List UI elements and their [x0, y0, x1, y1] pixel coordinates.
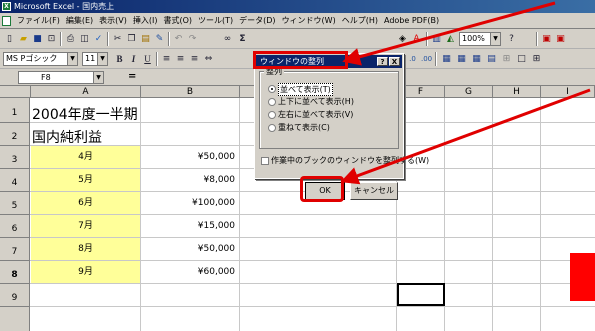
arrow-to-title — [342, 1, 556, 66]
excel-window: { "window": {"title": "Microsoft Excel -… — [0, 0, 595, 331]
annotation-arrows — [340, 1, 591, 185]
arrow-to-ok — [340, 88, 591, 185]
